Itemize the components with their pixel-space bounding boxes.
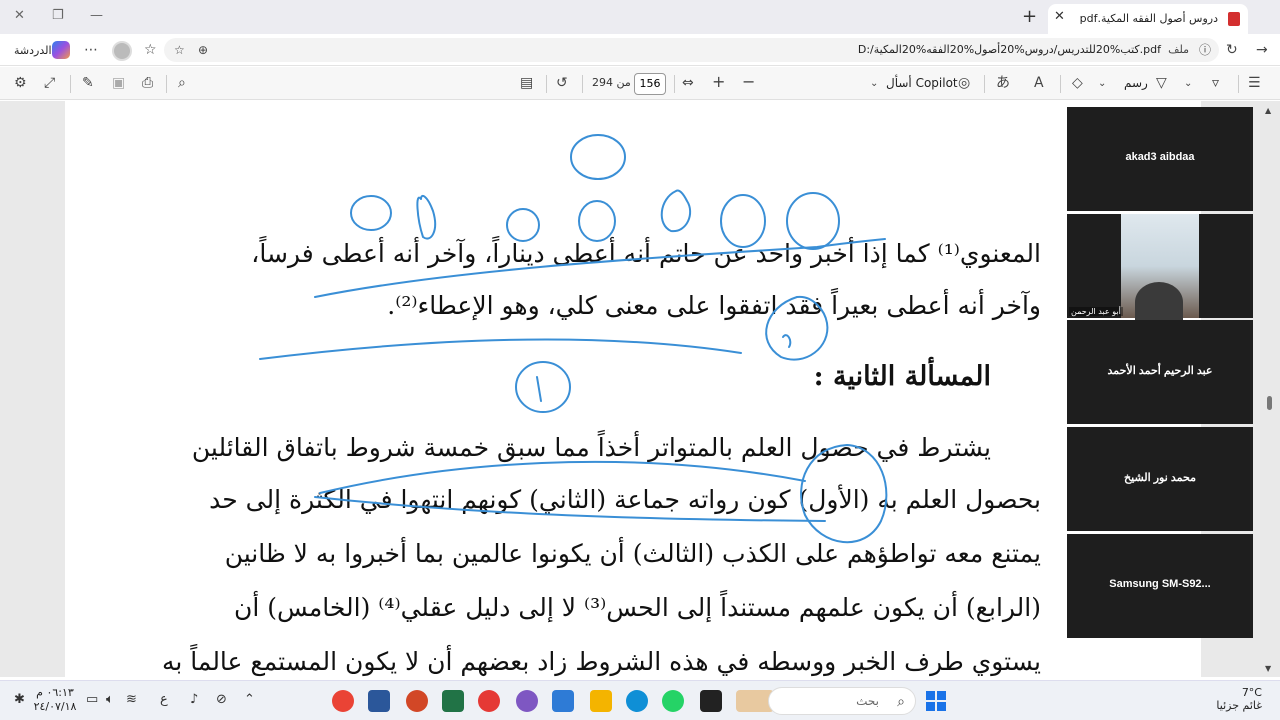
profile-avatar[interactable]	[112, 41, 132, 61]
page-number-input[interactable]: 156	[634, 73, 666, 95]
minimize-window-icon[interactable]: —	[90, 8, 103, 23]
pen-icon[interactable]: ▽	[1156, 75, 1167, 91]
start-button-icon[interactable]	[926, 691, 946, 711]
copilot-small-icon[interactable]: ◎	[958, 75, 970, 91]
file-explorer-icon[interactable]	[590, 690, 612, 712]
weather-widget[interactable]: 7°C غائم جزئيا	[1206, 686, 1262, 712]
more-options-icon[interactable]: ⋯	[84, 42, 98, 58]
participant-name: Samsung SM-S92...	[1109, 578, 1211, 590]
pdf-file-icon	[1228, 12, 1240, 26]
clock-date: ٢٤/٠٧/١٨	[33, 700, 77, 713]
pdf-page: المعنوي⁽¹⁾ كما إذا أخبر واحد عن حاتم أنه…	[65, 101, 1201, 677]
draw-button[interactable]: رسم	[1124, 76, 1148, 90]
clock-time: ٠٦:١٣ م	[36, 686, 74, 699]
new-tab-button[interactable]: +	[1022, 6, 1037, 27]
save-icon[interactable]: ▣	[112, 75, 125, 91]
chrome-app-icon[interactable]	[332, 690, 354, 712]
chevron-down-icon[interactable]: ⌄	[870, 76, 878, 92]
participant-video	[1121, 214, 1199, 322]
participant-name: akad3 aibdaa	[1125, 151, 1195, 163]
zoom-in-icon[interactable]: +	[712, 74, 725, 90]
whatsapp-app-icon[interactable]	[662, 690, 684, 712]
wifi-icon[interactable]: ≋	[126, 692, 137, 707]
pdf-toolbar: ⚙ ⤢ ✎ ▣ ⎙ ⌕ ▤ ↺ من 294 156 ⇔ + − ⌄ أسأل …	[0, 67, 1280, 100]
restore-window-icon[interactable]: ❐	[52, 8, 64, 23]
zoom-out-icon[interactable]: −	[742, 74, 755, 90]
participant-name: محمد نور الشيخ	[1124, 472, 1196, 484]
accessibility-icon[interactable]: ✱	[14, 692, 25, 707]
zoom-app-icon[interactable]	[478, 690, 500, 712]
taskbar: ✱ ٠٦:١٣ م ٢٤/٠٧/١٨ ▭ 🔈︎ ≋ ع ♪ ⊘ ⌃ بحث ⌕ …	[0, 680, 1280, 720]
tab-pdf[interactable]: ✕ دروس أصول الفقه المكية.pdf	[1048, 4, 1248, 34]
excel-app-icon[interactable]	[442, 690, 464, 712]
tab-close-icon[interactable]: ✕	[1054, 9, 1065, 24]
copilot-app-icon[interactable]	[516, 690, 538, 712]
store-app-icon[interactable]	[552, 690, 574, 712]
omnibox[interactable]: ☆ ⊕ D:/كتب%20للتدريس/دروس%20أصول%20الفقه…	[164, 38, 1219, 62]
weather-desc: غائم جزئيا	[1216, 699, 1262, 712]
scroll-down-icon[interactable]: ▼	[1265, 661, 1271, 677]
save-as-icon[interactable]: ✎	[82, 75, 94, 91]
fit-width-icon[interactable]: ⇔	[682, 75, 694, 91]
participant-tile[interactable]: عبد الرحيم أحمد الأحمد	[1067, 320, 1253, 424]
file-label: ملف	[1168, 43, 1189, 56]
favorites-icon[interactable]: ☆	[144, 42, 157, 58]
word-app-icon[interactable]	[368, 690, 390, 712]
scrollbar[interactable]: ▲ ▼	[1264, 101, 1276, 677]
terminal-app-icon[interactable]	[700, 690, 722, 712]
refresh-icon[interactable]: ↻	[1226, 42, 1238, 58]
settings-icon[interactable]: ⚙	[14, 75, 27, 91]
page-total: من 294	[592, 76, 631, 89]
highlight-chevron-icon[interactable]: ⌄	[1184, 76, 1192, 92]
microphone-icon[interactable]: ♪	[190, 692, 198, 707]
find-icon[interactable]: ⌕	[178, 75, 186, 91]
taskbar-search[interactable]: بحث ⌕	[768, 687, 916, 715]
language-icon[interactable]: ع	[160, 692, 168, 707]
scroll-up-icon[interactable]: ▲	[1265, 103, 1271, 119]
participant-tile-video[interactable]: أبو عبد الرحمن	[1067, 214, 1253, 322]
eraser-icon[interactable]: ◇	[1072, 75, 1083, 91]
translate-icon[interactable]: あ	[996, 75, 1010, 91]
battery-icon[interactable]: ▭	[86, 692, 98, 707]
read-aloud-icon[interactable]: A	[1034, 75, 1044, 91]
participant-tile[interactable]: Samsung SM-S92...	[1067, 534, 1253, 638]
contents-icon[interactable]: ☰	[1248, 75, 1261, 91]
edge-app-icon[interactable]	[626, 690, 648, 712]
participant-tile[interactable]: akad3 aibdaa	[1067, 107, 1253, 211]
draw-chevron-icon[interactable]: ⌄	[1098, 76, 1106, 92]
tab-title: دروس أصول الفقه المكية.pdf	[1079, 12, 1218, 25]
page-view-icon[interactable]: ▤	[520, 75, 533, 91]
rotate-icon[interactable]: ↺	[556, 75, 568, 91]
participant-video-label: أبو عبد الرحمن	[1069, 307, 1123, 316]
participant-tile[interactable]: محمد نور الشيخ	[1067, 427, 1253, 531]
print-icon[interactable]: ⎙	[142, 75, 153, 91]
site-info-icon[interactable]: ⓘ	[1199, 42, 1211, 58]
powerpoint-app-icon[interactable]	[406, 690, 428, 712]
ask-copilot-button[interactable]: أسأل Copilot	[886, 76, 958, 90]
person-silhouette	[1135, 282, 1183, 322]
close-window-icon[interactable]: ✕	[14, 8, 25, 23]
volume-icon[interactable]: 🔈︎	[106, 692, 114, 707]
tab-bar: ✕ ❐ — + ✕ دروس أصول الفقه المكية.pdf	[0, 0, 1280, 34]
search-placeholder: بحث	[856, 694, 879, 708]
participant-name: عبد الرحيم أحمد الأحمد	[1107, 365, 1213, 377]
forward-icon[interactable]: →	[1256, 42, 1268, 58]
clock[interactable]: ٠٦:١٣ م ٢٤/٠٧/١٨	[30, 686, 80, 714]
fullscreen-icon[interactable]: ⤢	[44, 75, 55, 91]
url-text[interactable]: D:/كتب%20للتدريس/دروس%20أصول%20الفقه%20ا…	[858, 43, 1161, 56]
copilot-icon[interactable]	[52, 41, 70, 59]
add-favorite-icon[interactable]: ☆	[174, 42, 185, 58]
address-bar: الدردشة ⋯ ☆ ☆ ⊕ D:/كتب%20للتدريس/دروس%20…	[0, 34, 1280, 66]
zoom-icon[interactable]: ⊕	[198, 42, 208, 58]
weather-temp: 7°C	[1241, 686, 1262, 699]
search-icon: ⌕	[897, 694, 905, 710]
ink-annotations	[259, 134, 888, 544]
show-hidden-icons-icon[interactable]: ⌃	[244, 692, 255, 707]
participants-panel: akad3 aibdaa أبو عبد الرحمن عبد الرحيم أ…	[1067, 107, 1253, 638]
highlight-icon[interactable]: ▿	[1212, 75, 1219, 91]
camera-off-icon[interactable]: ⊘	[216, 692, 227, 707]
scrollbar-thumb[interactable]	[1267, 396, 1272, 410]
